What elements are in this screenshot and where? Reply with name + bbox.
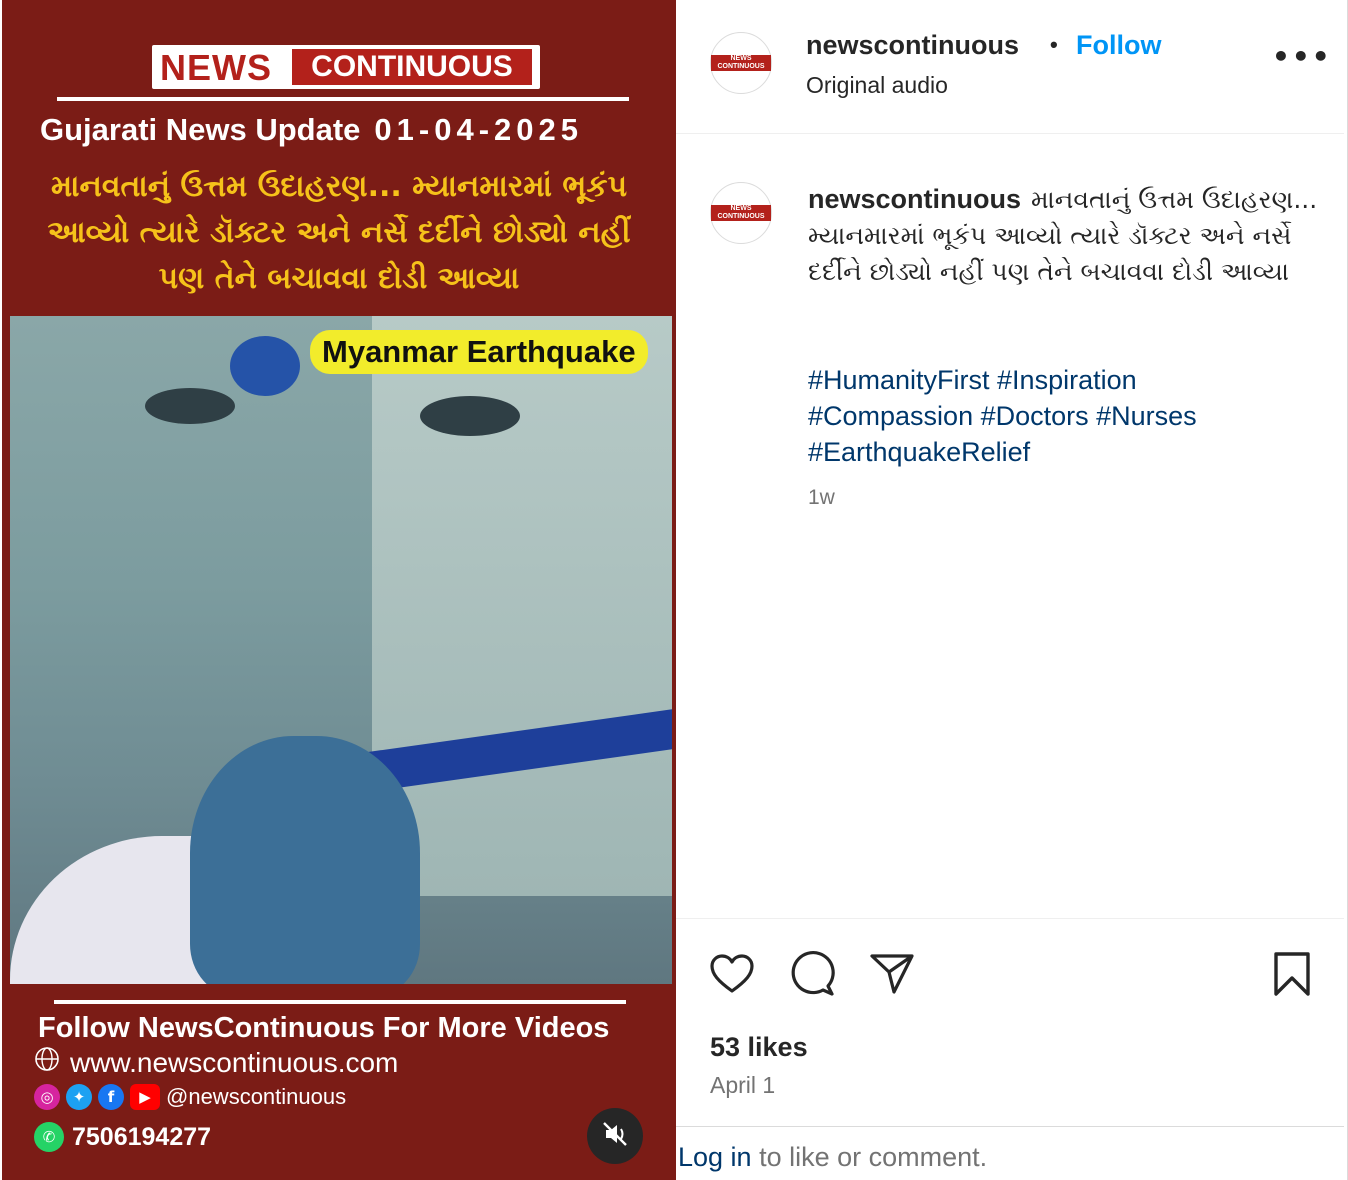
speaker-muted-icon <box>601 1120 629 1153</box>
scene-lamp-blue <box>230 336 300 396</box>
caption-username[interactable]: newscontinuous <box>808 184 1021 214</box>
website-text: www.newscontinuous.com <box>70 1046 399 1078</box>
scene-surgeon <box>190 736 420 984</box>
share-button[interactable] <box>868 950 916 998</box>
post-date[interactable]: April 1 <box>710 1072 775 1099</box>
header-divider <box>676 133 1344 134</box>
caption-time-ago[interactable]: 1w <box>808 486 835 510</box>
phone-line: ✆ 7506194277 <box>34 1122 211 1152</box>
post-sidebar: NEWS CONTINUOUS newscontinuous • Follow … <box>676 0 1348 1180</box>
login-prompt: Log in to like or comment. <box>678 1142 987 1173</box>
caption-text: newscontinuous માનવતાનું ઉત્તમ ઉદાહરણ... … <box>808 182 1328 290</box>
whatsapp-icon: ✆ <box>34 1122 64 1152</box>
update-label: Gujarati News Update <box>40 112 361 147</box>
facebook-icon: f <box>98 1084 124 1110</box>
logo-continuous-text: CONTINUOUS <box>292 49 532 85</box>
header-username[interactable]: newscontinuous <box>806 30 1019 61</box>
header-avatar[interactable]: NEWS CONTINUOUS <box>710 32 772 94</box>
globe-icon <box>34 1046 60 1079</box>
scene-wall <box>372 316 672 896</box>
youtube-icon: ▶ <box>130 1084 160 1110</box>
likes-count[interactable]: 53 likes <box>710 1032 808 1063</box>
actions-divider <box>676 918 1344 919</box>
newscontinuous-logo: NEWS CONTINUOUS <box>152 45 540 89</box>
social-handle-text: @newscontinuous <box>166 1084 347 1109</box>
comment-icon <box>788 951 836 1002</box>
avatar-logo-text: NEWS CONTINUOUS <box>711 55 771 71</box>
comment-button[interactable] <box>788 950 836 998</box>
heart-icon <box>708 954 756 1002</box>
video-tag: Myanmar Earthquake <box>310 330 648 374</box>
video-frame[interactable]: Myanmar Earthquake <box>10 316 672 984</box>
caption-hashtags[interactable]: #HumanityFirst #Inspiration #Compassion … <box>808 362 1288 470</box>
post-media[interactable]: NEWS CONTINUOUS Gujarati News Update 01-0… <box>2 0 676 1180</box>
instagram-icon: ◎ <box>34 1084 60 1110</box>
footer-divider <box>676 1126 1344 1127</box>
divider-top <box>57 97 629 101</box>
login-prompt-text: to like or comment. <box>751 1142 988 1172</box>
gujarati-headline: માનવતાનું ઉત્તમ ઉદાહરણ... મ્યાનમારમાં ભૂ… <box>47 169 631 296</box>
follow-promo: Follow NewsContinuous For More Videos <box>38 1012 610 1044</box>
update-line: Gujarati News Update 01-04-2025 <box>40 112 583 148</box>
original-audio-link[interactable]: Original audio <box>806 72 948 99</box>
follow-button[interactable]: Follow <box>1076 30 1161 61</box>
like-button[interactable] <box>708 950 756 998</box>
scene-lamp-left <box>145 388 235 424</box>
scene-lamp-right <box>420 396 520 436</box>
header-separator: • <box>1050 32 1058 57</box>
save-button[interactable] <box>1268 950 1316 998</box>
login-link[interactable]: Log in <box>678 1142 752 1172</box>
website-line: www.newscontinuous.com <box>34 1046 398 1079</box>
more-options-icon[interactable]: ••• <box>1272 40 1332 73</box>
caption-avatar[interactable]: NEWS CONTINUOUS <box>710 182 772 244</box>
twitter-icon: ✦ <box>66 1084 92 1110</box>
update-date: 01-04-2025 <box>374 112 583 147</box>
phone-text: 7506194277 <box>72 1122 212 1151</box>
social-handle-line: ◎ ✦ f ▶ @newscontinuous <box>34 1084 346 1110</box>
logo-news-text: NEWS <box>160 47 272 88</box>
send-icon <box>868 954 916 1002</box>
bookmark-icon <box>1268 952 1316 1002</box>
divider-bottom <box>54 1000 626 1004</box>
mute-button[interactable] <box>587 1108 643 1164</box>
avatar-logo-text: NEWS CONTINUOUS <box>711 205 771 221</box>
